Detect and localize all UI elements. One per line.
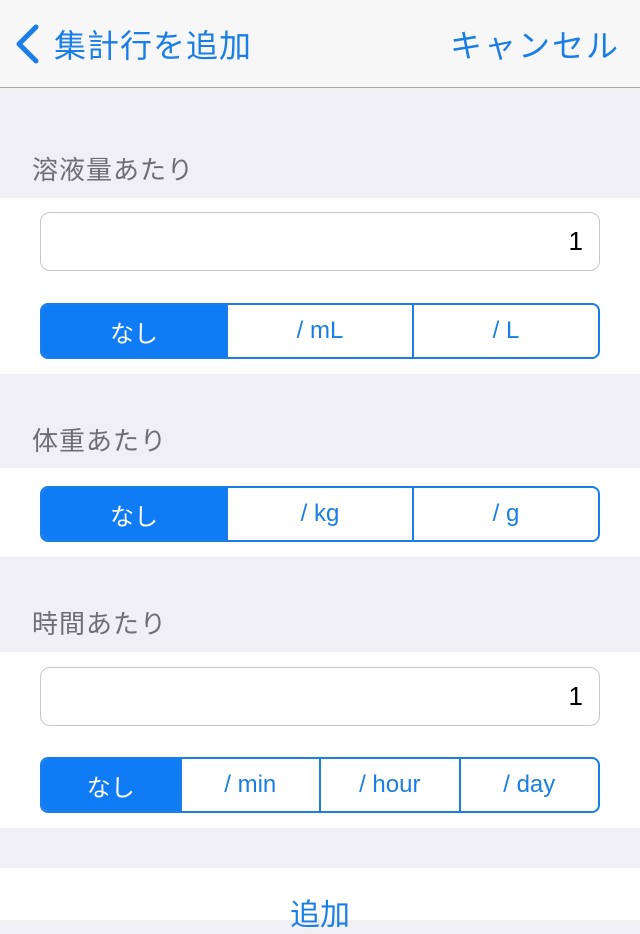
segment-per-hour[interactable]: / hour bbox=[319, 759, 459, 811]
back-button[interactable]: 集計行を追加 bbox=[14, 22, 252, 66]
segment-none[interactable]: なし bbox=[42, 759, 180, 811]
segment-per-min[interactable]: / min bbox=[179, 759, 320, 811]
solution-volume-input[interactable]: 1 bbox=[40, 212, 600, 271]
chevron-left-icon bbox=[16, 24, 39, 64]
segment-per-g[interactable]: / g bbox=[412, 488, 598, 540]
add-button[interactable]: 追加 bbox=[0, 868, 640, 933]
segment-per-l[interactable]: / L bbox=[412, 305, 598, 357]
body-weight-segmented-control: なし / kg / g bbox=[40, 486, 600, 542]
time-group: 1 なし / min / hour / day bbox=[0, 652, 640, 828]
section-header-solution-volume: 溶液量あたり bbox=[32, 156, 195, 186]
time-segmented-control: なし / min / hour / day bbox=[40, 757, 600, 813]
segment-none[interactable]: なし bbox=[42, 488, 226, 540]
solution-volume-segmented-control: なし / mL / L bbox=[40, 303, 600, 359]
body-weight-group: なし / kg / g bbox=[0, 468, 640, 557]
navigation-bar: 集計行を追加 キャンセル bbox=[0, 0, 640, 88]
section-header-body-weight: 体重あたり bbox=[32, 427, 168, 457]
time-input[interactable]: 1 bbox=[40, 667, 600, 726]
cancel-button[interactable]: キャンセル bbox=[450, 22, 620, 66]
segment-per-day[interactable]: / day bbox=[458, 759, 599, 811]
segment-per-kg[interactable]: / kg bbox=[226, 488, 412, 540]
segment-none[interactable]: なし bbox=[42, 305, 226, 357]
add-button-label: 追加 bbox=[290, 898, 350, 933]
solution-volume-group: 1 なし / mL / L bbox=[0, 198, 640, 374]
segment-per-ml[interactable]: / mL bbox=[226, 305, 412, 357]
back-button-label: 集計行を追加 bbox=[54, 27, 253, 65]
section-header-time: 時間あたり bbox=[32, 610, 168, 640]
